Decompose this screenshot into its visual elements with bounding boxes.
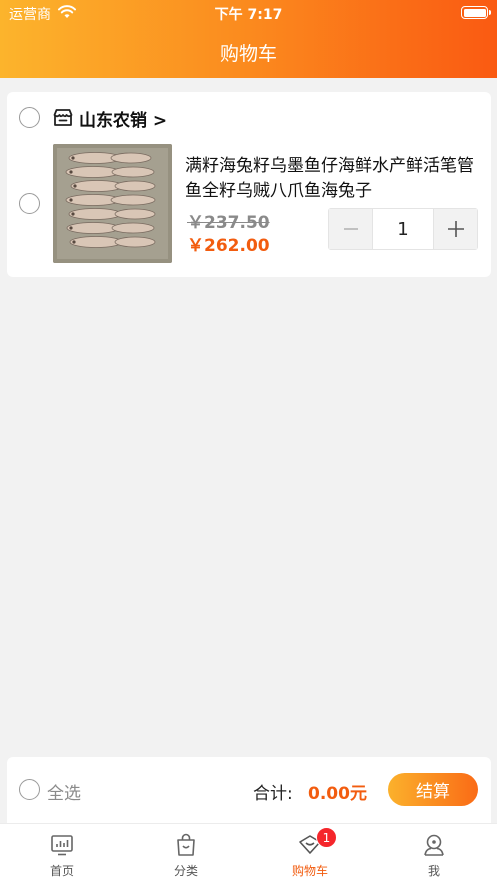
total-amount: 0.00元	[308, 784, 367, 804]
tab-category-label: 分类	[173, 864, 198, 878]
minus-icon	[343, 228, 358, 230]
decrease-button[interactable]	[329, 209, 372, 249]
clock: 下午 7:17	[214, 7, 283, 23]
page-title: 购物车	[219, 43, 277, 65]
quantity-stepper: 1	[328, 208, 478, 250]
tab-me-label: 我	[427, 864, 440, 878]
profile-icon	[424, 834, 444, 856]
tab-category[interactable]: 分类	[124, 824, 248, 883]
squid-photo	[53, 144, 172, 263]
cart-badge: 1	[316, 827, 337, 848]
product-image[interactable]	[53, 144, 172, 263]
tab-cart-label: 购物车	[291, 864, 328, 878]
quantity-value[interactable]: 1	[372, 209, 434, 249]
checkout-bar: 全选 合计: 0.00元 结算	[7, 757, 491, 823]
tab-bar: 首页 分类 1 购物车 我	[0, 823, 497, 883]
battery-icon	[461, 6, 491, 19]
tab-home-label: 首页	[49, 864, 74, 878]
select-all-radio[interactable]	[19, 779, 40, 800]
tab-me[interactable]: 我	[372, 824, 496, 883]
tab-cart[interactable]: 1 购物车	[248, 824, 372, 883]
increase-button[interactable]	[434, 209, 477, 249]
total-label: 合计:	[253, 784, 293, 804]
bag-icon	[177, 833, 195, 856]
store-icon	[53, 109, 73, 126]
select-all-label[interactable]: 全选	[47, 779, 81, 804]
cart-store-card: 山东农销 > 满籽海兔籽乌墨鱼仔海鲜水产鲜活笔管鱼全籽乌贼八爪鱼海兔子 ￥237…	[7, 92, 491, 277]
product-title[interactable]: 满籽海兔籽乌墨鱼仔海鲜水产鲜活笔管鱼全籽乌贼八爪鱼海兔子	[185, 154, 475, 204]
status-bar: 运营商 下午 7:17	[0, 0, 497, 26]
tab-home[interactable]: 首页	[0, 824, 124, 883]
current-price: ￥262.00	[187, 236, 270, 256]
header: 运营商 下午 7:17 购物车	[0, 0, 497, 78]
store-select-radio[interactable]	[19, 107, 40, 128]
checkout-button[interactable]: 结算	[388, 773, 478, 806]
home-chart-icon	[51, 835, 73, 856]
item-select-radio[interactable]	[19, 193, 40, 214]
plus-icon	[447, 221, 464, 237]
store-name-link[interactable]: 山东农销 >	[79, 106, 167, 131]
original-price: ￥237.50	[187, 213, 270, 233]
